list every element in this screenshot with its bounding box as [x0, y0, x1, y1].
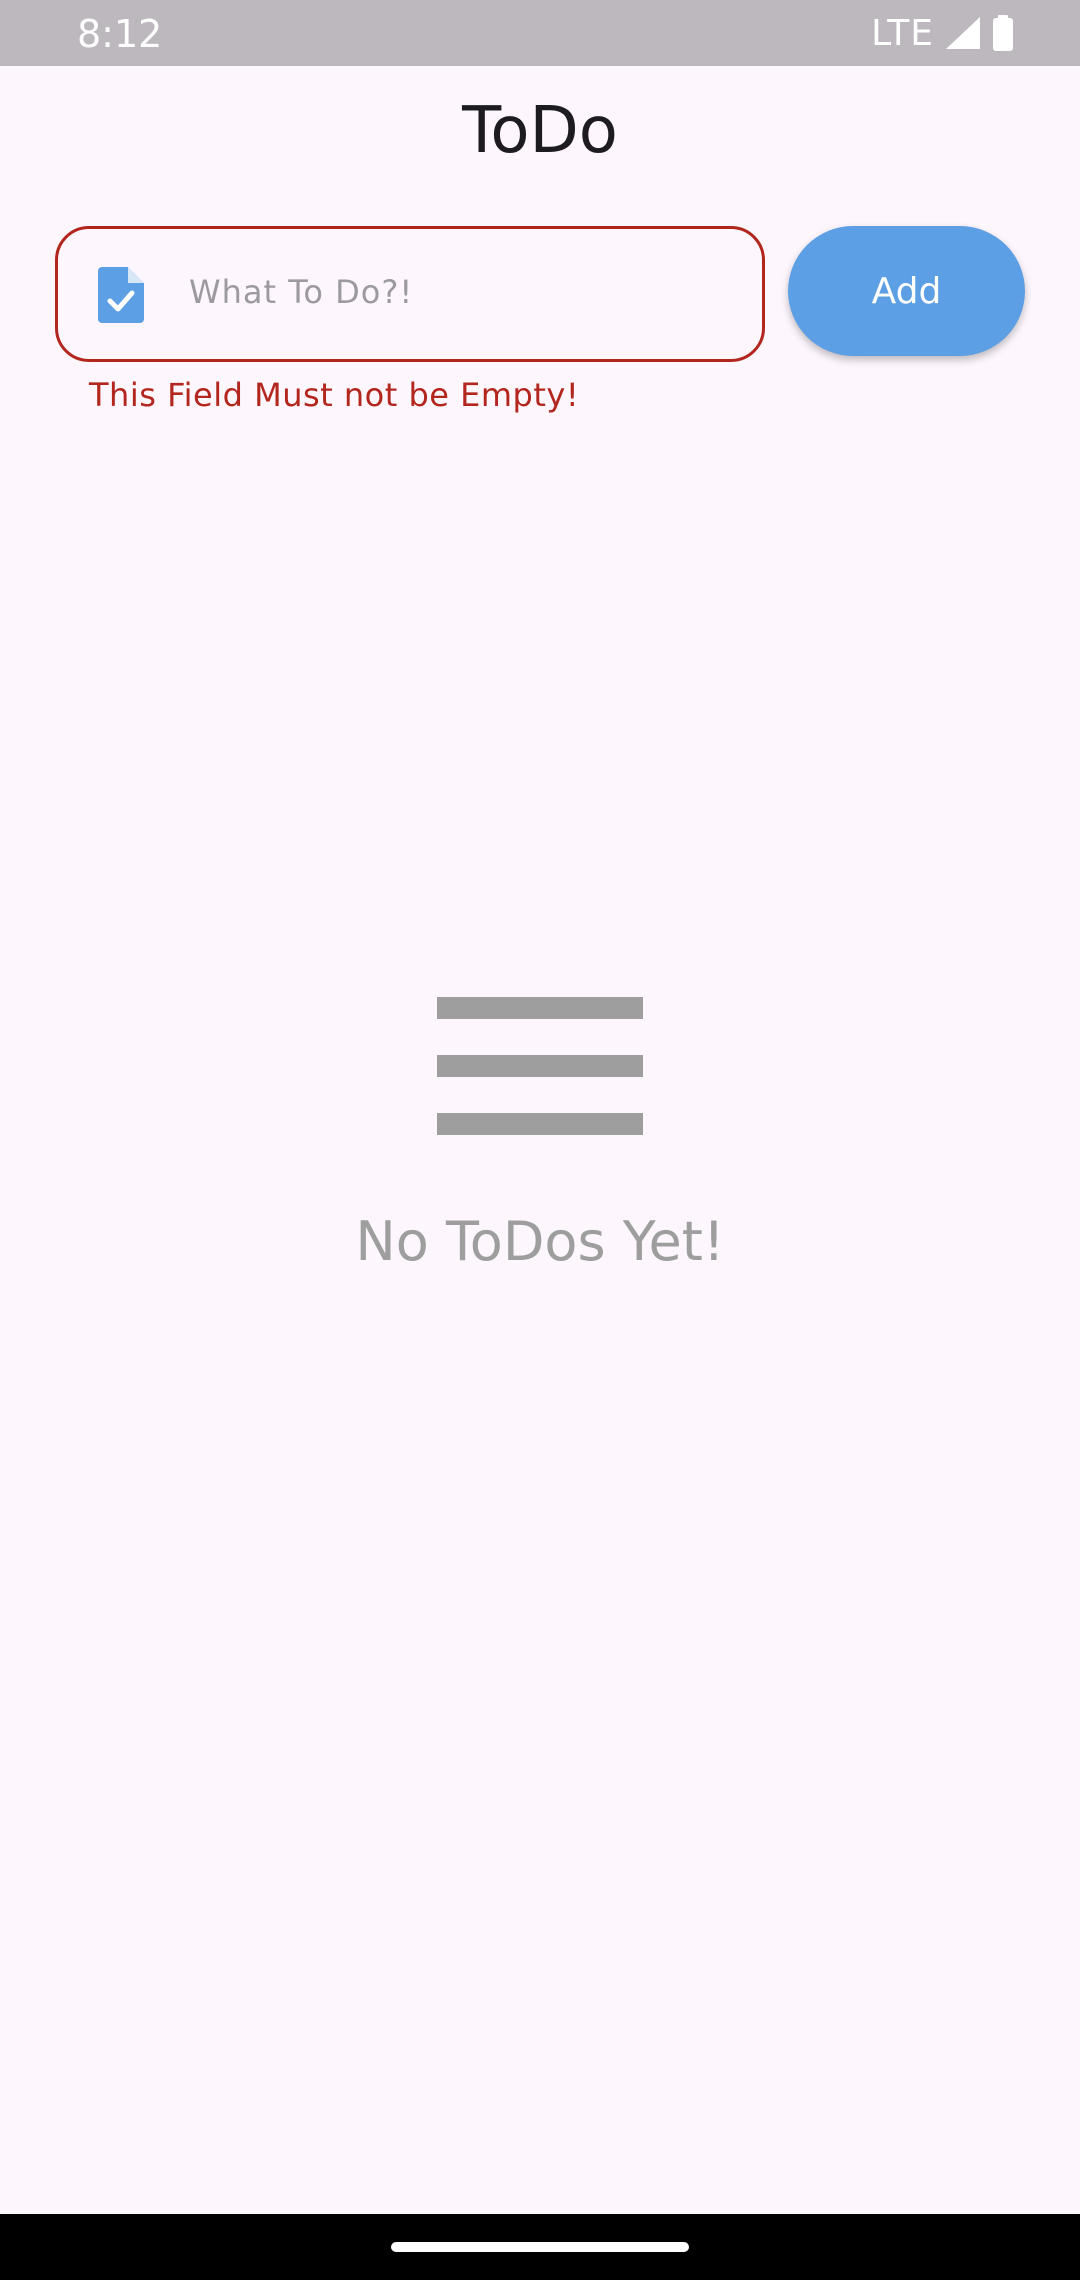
input-error-text: This Field Must not be Empty! — [89, 376, 580, 414]
navigation-bar — [0, 2214, 1080, 2280]
signal-icon — [946, 17, 980, 49]
status-indicators: LTE — [871, 10, 1014, 56]
network-type: LTE — [871, 12, 934, 54]
page-title: ToDo — [462, 94, 618, 168]
list-icon — [437, 997, 643, 1135]
battery-icon — [993, 15, 1013, 51]
add-button-label: Add — [871, 270, 942, 312]
todo-input-placeholder: What To Do?! — [189, 273, 414, 311]
empty-state-message: No ToDos Yet! — [355, 1210, 725, 1273]
home-indicator[interactable] — [391, 2242, 689, 2252]
todo-input[interactable]: What To Do?! — [55, 226, 765, 362]
status-bar: 8:12 LTE — [0, 0, 1080, 66]
add-button[interactable]: Add — [788, 226, 1025, 356]
task-document-icon — [98, 267, 144, 323]
status-time: 8:12 — [77, 12, 163, 56]
